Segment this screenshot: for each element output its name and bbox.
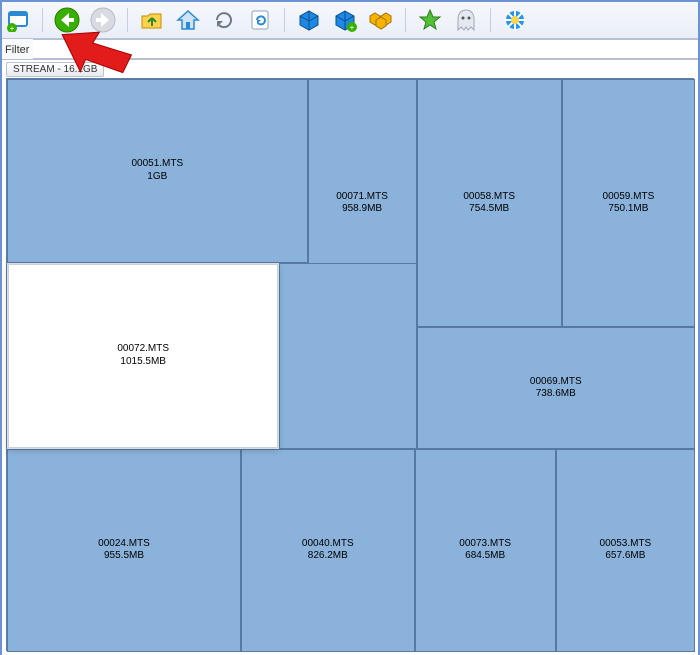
tile[interactable]: 00073.MTS684.5MB bbox=[415, 449, 556, 652]
tile-size: 955.5MB bbox=[104, 550, 144, 563]
tile[interactable]: 00069.MTS738.6MB bbox=[417, 327, 695, 449]
tile-selected[interactable]: 00072.MTS1015.5MB bbox=[7, 263, 279, 449]
tile-name: 00024.MTS bbox=[98, 538, 150, 551]
tile[interactable]: 00059.MTS750.1MB bbox=[562, 79, 695, 327]
tile[interactable]: 00051.MTS1GB bbox=[7, 79, 308, 263]
tile[interactable]: 00058.MTS754.5MB bbox=[417, 79, 562, 327]
treemap[interactable]: 00051.MTS1GB00072.MTS1015.5MB00071.MTS95… bbox=[6, 78, 694, 651]
filter-input[interactable] bbox=[33, 39, 698, 59]
refresh-page-icon[interactable] bbox=[246, 6, 274, 34]
toolbar-separator bbox=[42, 8, 43, 32]
toolbar-separator bbox=[284, 8, 285, 32]
refresh-icon[interactable] bbox=[210, 6, 238, 34]
tile-name: 00069.MTS bbox=[530, 376, 582, 389]
tile[interactable]: 00024.MTS955.5MB bbox=[7, 449, 241, 652]
home-icon[interactable] bbox=[174, 6, 202, 34]
cube-blue-plus-icon[interactable]: + bbox=[331, 6, 359, 34]
tile-name: 00073.MTS bbox=[459, 538, 511, 551]
toolbar-separator bbox=[405, 8, 406, 32]
root-label[interactable]: STREAM - 16.1GB bbox=[6, 62, 104, 77]
back-icon[interactable] bbox=[53, 6, 81, 34]
tile[interactable]: 00053.MTS657.6MB bbox=[556, 449, 695, 652]
add-window-icon[interactable]: + bbox=[4, 6, 32, 34]
tile-size: 738.6MB bbox=[536, 388, 576, 401]
tile-size: 684.5MB bbox=[465, 550, 505, 563]
tile[interactable]: 00040.MTS826.2MB bbox=[241, 449, 415, 652]
star-icon[interactable] bbox=[416, 6, 444, 34]
folder-up-icon[interactable] bbox=[138, 6, 166, 34]
svg-text:+: + bbox=[350, 23, 355, 32]
toolbar-separator bbox=[490, 8, 491, 32]
tile-size: 750.1MB bbox=[608, 203, 648, 216]
tile-size: 754.5MB bbox=[469, 203, 509, 216]
tile-size: 958.9MB bbox=[342, 203, 382, 216]
cube-blue-icon[interactable] bbox=[295, 6, 323, 34]
toolbar: ++ bbox=[2, 2, 698, 39]
gear-icon[interactable] bbox=[501, 6, 529, 34]
toolbar-separator bbox=[127, 8, 128, 32]
tile-name: 00058.MTS bbox=[463, 191, 515, 204]
tile-size: 826.2MB bbox=[308, 550, 348, 563]
tile-name: 00072.MTS bbox=[117, 343, 169, 356]
tile-name: 00071.MTS bbox=[336, 191, 388, 204]
tile-size: 1GB bbox=[147, 171, 167, 184]
tile-name: 00053.MTS bbox=[600, 538, 652, 551]
forward-icon[interactable] bbox=[89, 6, 117, 34]
cubes-icon[interactable] bbox=[367, 6, 395, 34]
tile-size: 657.6MB bbox=[605, 550, 645, 563]
tile-size: 1015.5MB bbox=[120, 356, 166, 369]
filter-label: Filter bbox=[2, 39, 33, 59]
tile-name: 00059.MTS bbox=[603, 191, 655, 204]
svg-text:+: + bbox=[10, 24, 15, 32]
tile[interactable] bbox=[279, 263, 416, 449]
filter-bar: Filter bbox=[2, 39, 698, 60]
tile-name: 00051.MTS bbox=[131, 158, 183, 171]
tile-name: 00040.MTS bbox=[302, 538, 354, 551]
main-area: STREAM - 16.1GB 00051.MTS1GB00072.MTS101… bbox=[2, 60, 698, 655]
ghost-icon[interactable] bbox=[452, 6, 480, 34]
